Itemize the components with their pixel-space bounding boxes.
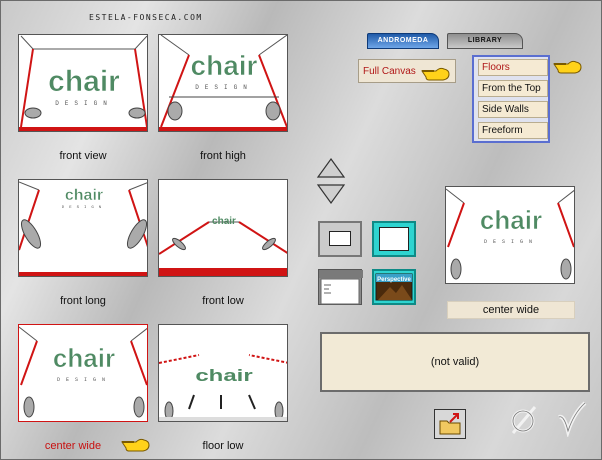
view-category-menu: Floors From the Top Side Walls Freeform — [472, 55, 550, 143]
perspective-button[interactable]: Perspective — [372, 269, 416, 305]
preview-image: chair DESIGN — [445, 186, 575, 284]
thumb-front-view[interactable]: chair DESIGN — [18, 34, 148, 132]
svg-text:chair: chair — [53, 343, 115, 373]
front-high-image: chair DESIGN — [159, 35, 287, 131]
brand-label: ESTELA-FONSECA.COM — [89, 13, 203, 22]
svg-text:DESIGN: DESIGN — [62, 206, 106, 210]
preview-label: center wide — [447, 301, 575, 319]
perspective-icon: Perspective — [375, 273, 413, 301]
caption-center-wide: center wide — [44, 440, 102, 452]
cancel-icon[interactable] — [509, 403, 539, 437]
menu-item-freeform[interactable]: Freeform — [478, 122, 548, 139]
logo-sub: DESIGN — [484, 239, 538, 245]
pointing-hand-icon — [121, 438, 150, 452]
menu-item-floors[interactable]: Floors — [478, 59, 548, 76]
layout-button[interactable] — [318, 269, 363, 305]
arrow-down-icon[interactable] — [316, 183, 346, 205]
caption-floor-low: floor low — [202, 440, 244, 452]
frame-small-icon — [329, 231, 351, 246]
preview-center-wide-image: chair DESIGN — [446, 188, 574, 280]
arrow-up-icon[interactable] — [316, 157, 346, 179]
export-folder-button[interactable] — [434, 409, 466, 439]
caption-front-high: front high — [200, 150, 246, 162]
svg-text:DESIGN: DESIGN — [55, 100, 113, 107]
caption-front-view: front view — [59, 150, 107, 162]
perspective-label: Perspective — [377, 277, 411, 283]
floor-low-image: chair — [159, 354, 287, 421]
front-long-image: chair DESIGN — [19, 181, 147, 276]
thumb-front-long[interactable]: chair DESIGN — [18, 179, 148, 277]
thumb-center-wide[interactable]: chair DESIGN — [18, 324, 148, 422]
logo-text: chair — [480, 205, 542, 235]
svg-text:DESIGN: DESIGN — [195, 84, 253, 91]
svg-text:chair: chair — [212, 216, 236, 227]
thumb-front-high[interactable]: chair DESIGN — [158, 34, 288, 132]
pointing-hand-icon — [421, 67, 450, 81]
thumb-floor-low[interactable]: chair — [158, 324, 288, 422]
center-wide-image: chair DESIGN — [19, 326, 147, 418]
frame-large-icon — [379, 227, 409, 251]
menu-item-from-the-top[interactable]: From the Top — [478, 80, 548, 97]
folder-export-icon — [439, 413, 461, 435]
pointing-hand-icon — [553, 60, 582, 74]
frame-small-button[interactable] — [318, 221, 362, 257]
menu-item-side-walls[interactable]: Side Walls — [478, 101, 548, 118]
confirm-check-icon[interactable] — [555, 401, 587, 437]
app-window: ESTELA-FONSECA.COM chair DESIGN front vi… — [0, 0, 602, 460]
status-panel: (not valid) — [320, 332, 590, 392]
front-view-image: chair DESIGN — [19, 35, 147, 131]
layout-icon — [319, 270, 363, 305]
caption-front-long: front long — [60, 295, 106, 307]
full-canvas-label: Full Canvas — [363, 66, 416, 77]
tab-andromeda[interactable]: ANDROMEDA — [367, 33, 439, 49]
svg-text:DESIGN: DESIGN — [57, 377, 111, 383]
caption-front-low: front low — [202, 295, 244, 307]
thumb-front-low[interactable]: chair — [158, 179, 288, 277]
status-text: (not valid) — [430, 356, 480, 368]
frame-large-button[interactable] — [372, 221, 416, 257]
front-low-image: chair — [159, 216, 287, 276]
svg-text:chair: chair — [48, 65, 120, 98]
svg-text:chair: chair — [191, 50, 258, 81]
svg-text:chair: chair — [65, 187, 103, 204]
svg-text:chair: chair — [195, 366, 252, 385]
tab-library[interactable]: LIBRARY — [447, 33, 523, 49]
